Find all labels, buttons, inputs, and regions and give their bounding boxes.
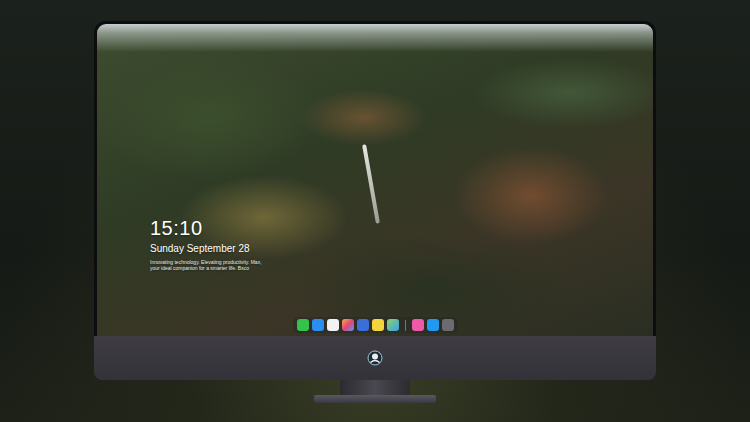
clock-time: 15:10 — [150, 216, 203, 240]
tagline: Innovating technology. Elevating product… — [150, 259, 262, 271]
app-icon[interactable] — [412, 319, 424, 331]
brand-logo-icon — [367, 350, 383, 366]
dock — [293, 317, 458, 333]
tagline-line: your ideal companion for a smarter life.… — [150, 265, 262, 271]
app-icon[interactable] — [427, 319, 439, 331]
tagline-line: Innovating technology. Elevating product… — [150, 259, 262, 265]
stand-foot — [314, 395, 436, 403]
monitor-screen: 15:10 Sunday September 28 Innovating techn… — [94, 21, 656, 336]
monitor-chin — [94, 336, 656, 380]
dock-row — [97, 317, 653, 336]
dock-separator — [405, 320, 406, 331]
desktop-background: 15:10 Sunday September 28 Innovating techn… — [0, 0, 750, 422]
app-icon[interactable] — [342, 319, 354, 331]
stand-neck — [340, 380, 410, 395]
app-icon[interactable] — [297, 319, 309, 331]
lock-clock: 15:10 Sunday September 28 Innovating techn… — [97, 216, 653, 271]
app-icon[interactable] — [387, 319, 399, 331]
app-icon[interactable] — [372, 319, 384, 331]
app-icon[interactable] — [327, 319, 339, 331]
app-icon[interactable] — [442, 319, 454, 331]
clock-date: Sunday September 28 — [150, 242, 250, 255]
wallpaper-waterfall — [362, 144, 380, 223]
app-icon[interactable] — [357, 319, 369, 331]
app-icon[interactable] — [312, 319, 324, 331]
